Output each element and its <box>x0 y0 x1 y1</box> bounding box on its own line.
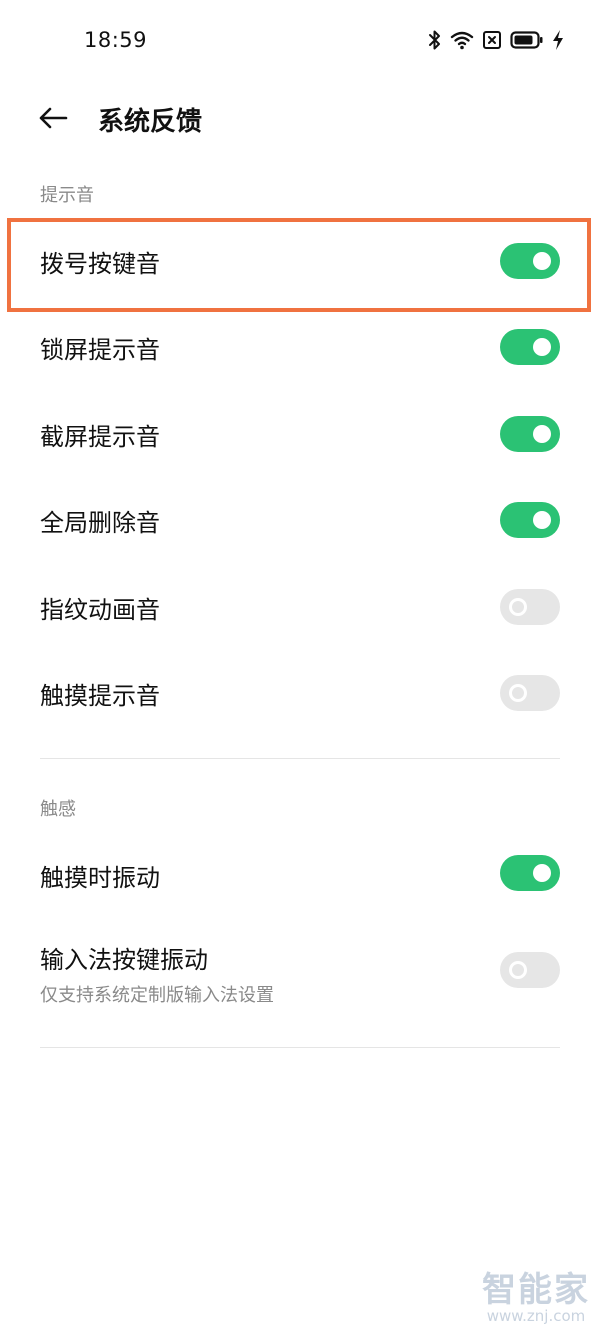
setting-label: 触摸时振动 <box>40 864 160 892</box>
section-divider <box>40 758 560 759</box>
setting-sublabel: 仅支持系统定制版输入法设置 <box>40 985 274 1006</box>
setting-row-fingerprint-sound[interactable]: 指纹动画音 <box>0 564 600 650</box>
toggle-knob <box>509 598 527 616</box>
status-bar: 18:59 <box>0 0 600 80</box>
bluetooth-icon <box>428 29 442 51</box>
charging-icon <box>552 29 564 51</box>
setting-row-lock-sound[interactable]: 锁屏提示音 <box>0 304 600 390</box>
setting-label: 拨号按键音 <box>40 250 160 278</box>
watermark-url: www.znj.com <box>486 1307 586 1325</box>
toggle-knob <box>533 511 551 529</box>
sim-off-icon <box>482 30 502 50</box>
setting-row-dial-tone[interactable]: 拨号按键音 <box>0 218 600 304</box>
toggle-knob <box>509 961 527 979</box>
toggle-switch-off[interactable] <box>500 589 560 625</box>
battery-icon <box>510 30 544 50</box>
toggle-knob <box>533 864 551 882</box>
toggle-switch-on[interactable] <box>500 855 560 891</box>
setting-label: 指纹动画音 <box>40 596 160 624</box>
setting-label: 截屏提示音 <box>40 423 160 451</box>
toggle-knob <box>509 684 527 702</box>
toggle-switch-on[interactable] <box>500 329 560 365</box>
watermark: 智能家 www.znj.com <box>482 1262 590 1325</box>
toggle-knob <box>533 338 551 356</box>
setting-row-screenshot-sound[interactable]: 截屏提示音 <box>0 391 600 477</box>
setting-label: 输入法按键振动 <box>40 946 208 974</box>
setting-row-delete-sound[interactable]: 全局删除音 <box>0 477 600 563</box>
status-icons <box>428 28 564 52</box>
back-button[interactable] <box>36 103 70 137</box>
wifi-icon <box>450 30 474 50</box>
toggle-knob <box>533 425 551 443</box>
toggle-switch-on[interactable] <box>500 416 560 452</box>
section-title-haptics: 触感 <box>40 799 76 820</box>
toggle-switch-off[interactable] <box>500 675 560 711</box>
setting-row-ime-vibration[interactable]: 输入法按键振动 仅支持系统定制版输入法设置 <box>0 925 600 1025</box>
toggle-switch-off[interactable] <box>500 952 560 988</box>
toggle-switch-on[interactable] <box>500 243 560 279</box>
status-time: 18:59 <box>84 28 148 52</box>
section-title-sound: 提示音 <box>40 185 94 206</box>
setting-row-touch-sound[interactable]: 触摸提示音 <box>0 650 600 736</box>
setting-label: 触摸提示音 <box>40 682 160 710</box>
toggle-switch-on[interactable] <box>500 502 560 538</box>
setting-label: 全局删除音 <box>40 509 160 537</box>
toggle-knob <box>533 252 551 270</box>
header: 系统反馈 <box>0 95 600 145</box>
watermark-logo: 智能家 <box>482 1270 590 1310</box>
section-divider <box>40 1047 560 1048</box>
page-title: 系统反馈 <box>98 107 203 137</box>
setting-label: 锁屏提示音 <box>40 336 160 364</box>
setting-row-touch-vibration[interactable]: 触摸时振动 <box>0 830 600 916</box>
arrow-left-icon <box>38 106 68 134</box>
